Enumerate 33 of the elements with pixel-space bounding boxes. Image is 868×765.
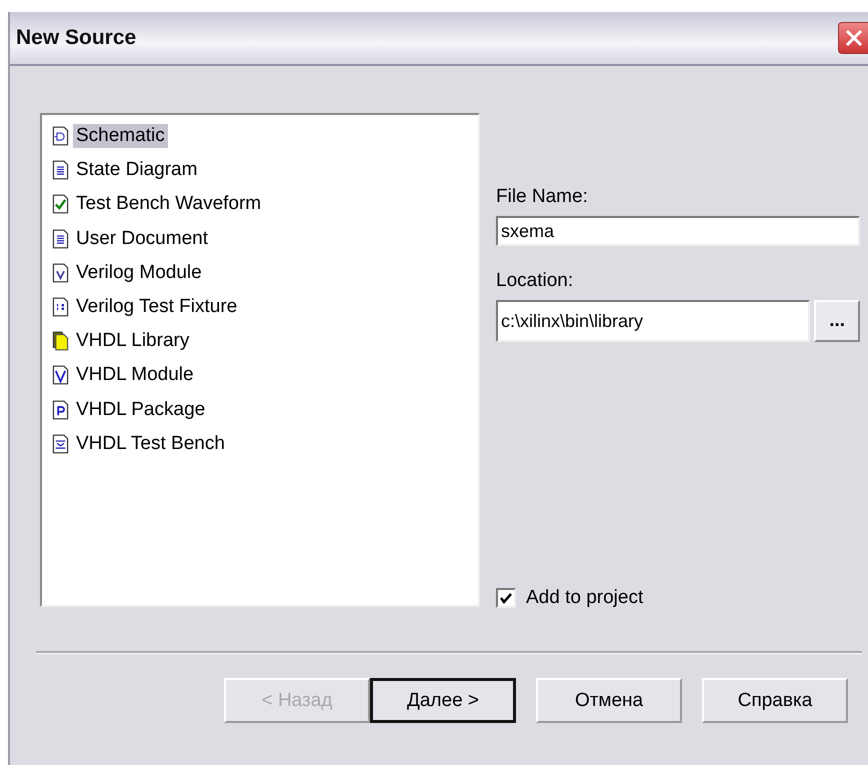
list-item[interactable]: Verilog Module <box>73 260 205 285</box>
file-icon <box>52 228 69 249</box>
dialog-button[interactable]: Справка <box>702 678 848 723</box>
list-item[interactable]: VHDL Library <box>73 329 192 354</box>
file-icon <box>52 194 69 214</box>
field-label: Location: <box>496 270 574 292</box>
file-icon <box>52 126 69 146</box>
file-icon <box>52 434 69 454</box>
location-field[interactable]: c:\xilinx\bin\library <box>496 300 810 342</box>
list-item[interactable]: Schematic <box>73 124 168 148</box>
dialog-button[interactable]: Далее > <box>370 678 516 723</box>
file-icon <box>52 297 69 318</box>
checkbox-label: Add to project <box>526 587 644 609</box>
list-item[interactable]: Verilog Test Fixture <box>73 295 240 320</box>
list-item[interactable]: Test Bench Waveform <box>73 192 264 216</box>
check-icon <box>499 591 513 605</box>
folder-stack-icon <box>52 331 69 352</box>
file-icon <box>52 365 69 386</box>
browse-button[interactable]: ... <box>814 300 860 342</box>
list-item[interactable]: VHDL Module <box>73 363 197 388</box>
list-item[interactable]: State Diagram <box>73 158 200 182</box>
dialog-button[interactable]: Отмена <box>536 678 682 723</box>
checkbox[interactable] <box>496 588 516 608</box>
list-item[interactable]: User Document <box>73 226 211 251</box>
file-name-field[interactable]: sxema <box>496 216 860 246</box>
file-icon <box>52 262 69 283</box>
file-icon <box>52 400 69 420</box>
list-item[interactable]: VHDL Package <box>73 398 208 422</box>
file-icon <box>52 160 69 180</box>
window-title: New Source <box>16 26 136 50</box>
list-item[interactable]: VHDL Test Bench <box>73 432 228 456</box>
close-button[interactable] <box>838 22 868 54</box>
field-label: File Name: <box>496 186 589 208</box>
